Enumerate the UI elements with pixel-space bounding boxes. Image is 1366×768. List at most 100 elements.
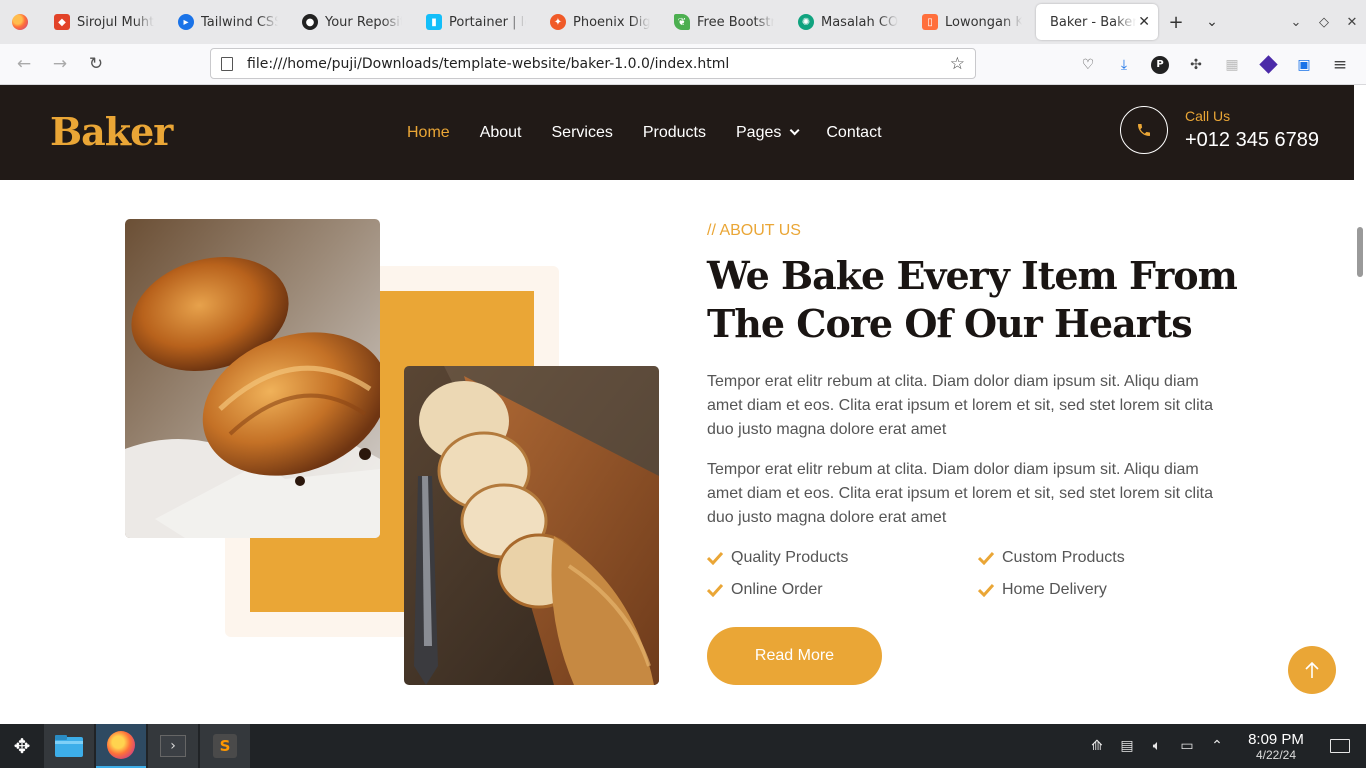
browser-tab[interactable]: ◆ Sirojul Muhtar [40, 0, 164, 44]
page-scrollbar[interactable] [1354, 85, 1366, 724]
section-headline: We Bake Every Item From The Core Of Our … [707, 253, 1238, 346]
close-window-icon[interactable]: ✕ [1338, 15, 1366, 30]
extension-diamond-icon[interactable] [1250, 49, 1286, 81]
reload-button[interactable]: ↻ [78, 48, 114, 80]
network-icon[interactable]: ▭ [1172, 738, 1202, 754]
call-us-label: Call Us [1185, 108, 1231, 124]
nav-products[interactable]: Products [643, 124, 706, 142]
tab-title: Phoenix Digital [573, 14, 650, 30]
tailwind-icon: ▸ [178, 14, 194, 30]
nav-about[interactable]: About [480, 124, 522, 142]
feature-label: Online Order [731, 581, 823, 598]
system-tray: ⟰ ▤ 🔈︎ ▭ ⌃ 8:09 PM 4/22/24 [1082, 724, 1366, 768]
feature-label: Quality Products [731, 549, 849, 566]
browser-tab-active[interactable]: Baker - Bakery Website ✕ [1036, 4, 1158, 40]
tab-title: Baker - Bakery Website [1050, 14, 1148, 30]
forward-button[interactable]: → [42, 48, 78, 80]
browser-tab[interactable]: ✦ Phoenix Digital [536, 0, 660, 44]
feature-item: Online Order [707, 581, 823, 599]
about-section: // ABOUT US We Bake Every Item From The … [0, 180, 1354, 724]
os-taskbar: ✥ › S ⟰ ▤ 🔈︎ ▭ ⌃ 8:09 PM 4/22/24 [0, 724, 1366, 768]
feature-label: Custom Products [1002, 549, 1125, 566]
browser-tab[interactable]: ❦ Free Bootstrap [660, 0, 784, 44]
clipboard-icon[interactable]: ▤ [1112, 738, 1142, 754]
tab-title: Sirojul Muhtar [77, 14, 154, 30]
clock-time: 8:09 PM [1248, 730, 1304, 748]
list-all-tabs-button[interactable]: ⌄ [1194, 0, 1230, 44]
bootstrap-leaf-icon: ❦ [674, 14, 690, 30]
read-more-button[interactable]: Read More [707, 627, 882, 685]
main-nav: Home About Services Products Pages Conta… [392, 85, 897, 180]
firefox-view-button[interactable] [0, 0, 40, 44]
tab-title: Tailwind CSS [201, 14, 278, 30]
extension-grid-icon[interactable]: ▦ [1214, 49, 1250, 81]
browser-tab-strip: ◆ Sirojul Muhtar ▸ Tailwind CSS ● Your R… [0, 0, 1366, 44]
show-desktop-icon[interactable] [1330, 739, 1350, 753]
check-icon [978, 583, 994, 597]
bookmark-star-icon[interactable]: ☆ [950, 54, 965, 74]
firefox-icon [12, 14, 28, 30]
expand-tray-icon[interactable]: ⌃ [1202, 738, 1232, 754]
pocket-icon[interactable]: ♡ [1070, 49, 1106, 81]
browser-tab[interactable]: ▸ Tailwind CSS [164, 0, 288, 44]
phone-icon [1120, 106, 1168, 154]
feature-item: Home Delivery [978, 581, 1107, 599]
portainer-icon: ▮ [426, 14, 442, 30]
extension-p-icon[interactable]: P [1142, 49, 1178, 81]
check-icon [707, 583, 723, 597]
chatgpt-icon: ✺ [798, 14, 814, 30]
tab-title: Your Repositories [325, 14, 402, 30]
nav-pages-label: Pages [736, 123, 782, 141]
chevron-down-icon [790, 125, 800, 136]
new-tab-button[interactable]: + [1158, 0, 1194, 44]
sublime-text-icon[interactable]: S [200, 724, 250, 768]
job-icon: ▯ [922, 14, 938, 30]
extensions-puzzle-icon[interactable]: ✣ [1178, 49, 1214, 81]
site-logo[interactable]: Baker [50, 109, 173, 154]
phoenix-icon: ✦ [550, 14, 566, 30]
url-text: file:///home/puji/Downloads/template-web… [247, 55, 730, 72]
nav-services[interactable]: Services [552, 124, 613, 142]
call-us-block: Call Us +012 345 6789 [1120, 106, 1319, 154]
feature-item: Quality Products [707, 549, 848, 567]
downloads-icon[interactable]: ⤓ [1106, 49, 1142, 81]
check-icon [707, 551, 723, 565]
about-paragraph-2: Tempor erat elitr rebum at clita. Diam d… [707, 461, 1213, 526]
app-launcher-icon[interactable]: ✥ [0, 724, 44, 768]
window-controls: ⌄ ◇ ✕ [1282, 0, 1366, 44]
croissant-photo [125, 219, 380, 538]
browser-tab[interactable]: ● Your Repositories [288, 0, 412, 44]
nav-pages-dropdown[interactable]: Pages [736, 123, 800, 142]
extension-window-icon[interactable]: ▣ [1286, 49, 1322, 81]
updates-icon[interactable]: ⟰ [1082, 738, 1112, 754]
terminal-icon[interactable]: › [148, 724, 198, 768]
menu-hamburger-icon[interactable]: ≡ [1322, 49, 1358, 81]
file-manager-icon[interactable] [44, 724, 94, 768]
tab-title: Free Bootstrap [697, 14, 774, 30]
tab-title: Portainer | localhost [449, 14, 526, 30]
address-bar[interactable]: file:///home/puji/Downloads/template-web… [210, 48, 976, 79]
back-button[interactable]: ← [6, 48, 42, 80]
restore-window-icon[interactable]: ◇ [1310, 15, 1338, 30]
browser-tab[interactable]: ✺ Masalah CORS [784, 0, 908, 44]
minimize-window-icon[interactable]: ⌄ [1282, 15, 1310, 30]
nav-contact[interactable]: Contact [826, 124, 881, 142]
volume-icon[interactable]: 🔈︎ [1142, 738, 1172, 754]
feature-label: Home Delivery [1002, 581, 1107, 598]
phone-number[interactable]: +012 345 6789 [1185, 129, 1319, 152]
browser-tab[interactable]: ▯ Lowongan Kerja [908, 0, 1032, 44]
section-kicker: // ABOUT US [707, 222, 801, 239]
browser-toolbar: ← → ↻ file:///home/puji/Downloads/templa… [0, 44, 1366, 85]
github-icon: ● [302, 14, 318, 30]
check-icon [978, 551, 994, 565]
close-tab-icon[interactable]: ✕ [1138, 14, 1150, 30]
clock[interactable]: 8:09 PM 4/22/24 [1238, 731, 1314, 762]
back-to-top-button[interactable] [1288, 646, 1336, 694]
arrow-up-icon [1305, 661, 1319, 678]
firefox-icon[interactable] [96, 724, 146, 768]
browser-tab[interactable]: ▮ Portainer | localhost [412, 0, 536, 44]
nav-home[interactable]: Home [407, 124, 450, 142]
clock-date: 4/22/24 [1255, 747, 1297, 762]
baguette-photo [404, 366, 659, 685]
scrollbar-thumb[interactable] [1357, 227, 1363, 277]
